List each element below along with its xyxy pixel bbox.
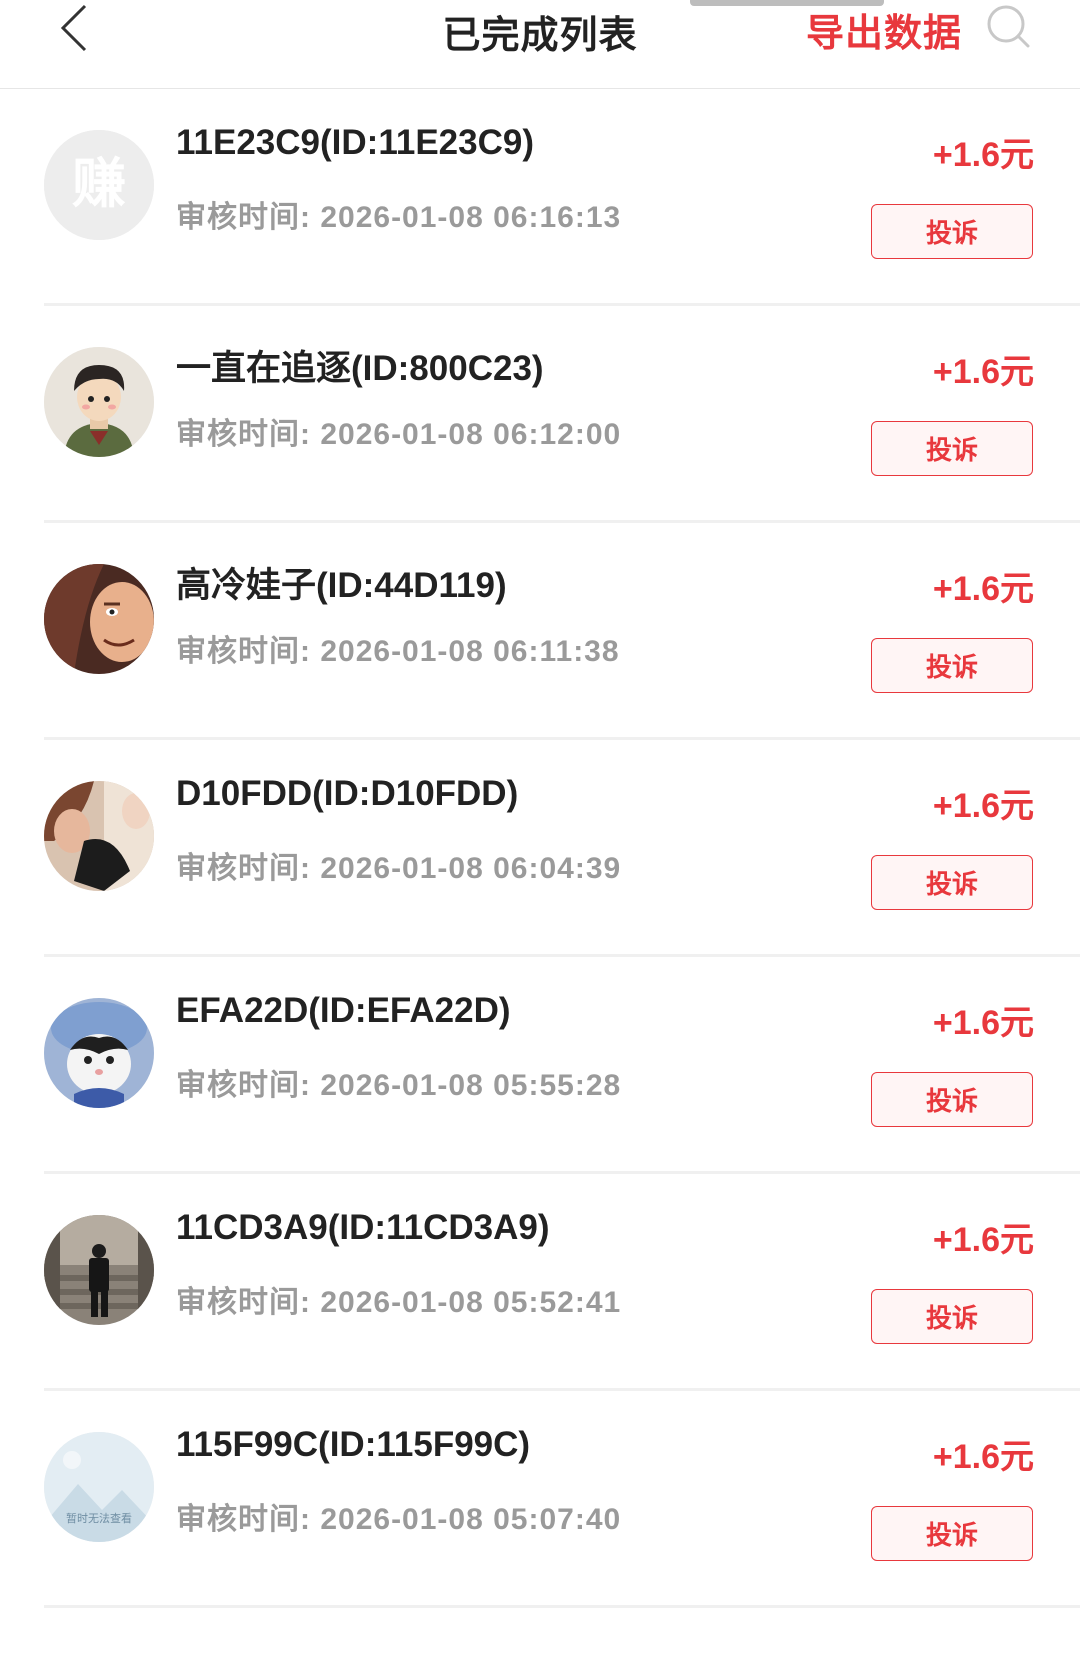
complain-button[interactable]: 投诉 xyxy=(871,638,1033,693)
portrait-photo-avatar xyxy=(44,781,154,891)
image-unavailable-text: 暂时无法查看 xyxy=(66,1511,132,1525)
divider xyxy=(44,1605,1080,1608)
review-time: 审核时间: 2026-01-08 06:11:38 xyxy=(176,635,620,668)
reward-amount: +1.6元 xyxy=(932,570,1034,608)
list-item[interactable]: 一直在追逐(ID:800C23) 审核时间: 2026-01-08 06:12:… xyxy=(0,306,1080,523)
list-item[interactable]: 11CD3A9(ID:11CD3A9) 审核时间: 2026-01-08 05:… xyxy=(0,1174,1080,1391)
user-name: 115F99C(ID:115F99C) xyxy=(176,1425,531,1464)
avatar-placeholder-text: 赚 xyxy=(72,152,126,215)
list-item[interactable]: D10FDD(ID:D10FDD) 审核时间: 2026-01-08 06:04… xyxy=(0,740,1080,957)
user-name: 一直在追逐(ID:800C23) xyxy=(176,349,544,388)
avatar: 赚 xyxy=(44,130,154,240)
review-time: 审核时间: 2026-01-08 05:07:40 xyxy=(176,1503,622,1536)
list-item[interactable]: 暂时无法查看 115F99C(ID:115F99C) 审核时间: 2026-01… xyxy=(0,1391,1080,1608)
review-time: 审核时间: 2026-01-08 05:55:28 xyxy=(176,1069,622,1102)
top-navigation-bar: 已完成列表 导出数据 xyxy=(0,0,1080,89)
user-name: D10FDD(ID:D10FDD) xyxy=(176,774,519,813)
list-item[interactable]: 高冷娃子(ID:44D119) 审核时间: 2026-01-08 06:11:3… xyxy=(0,523,1080,740)
image-unavailable-avatar: 暂时无法查看 xyxy=(44,1432,154,1542)
avatar xyxy=(44,564,154,674)
reward-amount: +1.6元 xyxy=(932,136,1034,174)
cartoon-boy-avatar xyxy=(44,347,154,457)
review-time: 审核时间: 2026-01-08 05:52:41 xyxy=(176,1286,622,1319)
list-item[interactable]: EFA22D(ID:EFA22D) 审核时间: 2026-01-08 05:55… xyxy=(0,957,1080,1174)
user-name: 11E23C9(ID:11E23C9) xyxy=(176,123,534,162)
app-logo-avatar: 赚 xyxy=(44,130,154,240)
complain-button[interactable]: 投诉 xyxy=(871,1072,1033,1127)
list-item[interactable]: 赚 11E23C9(ID:11E23C9) 审核时间: 2026-01-08 0… xyxy=(0,89,1080,306)
completed-list: 赚 11E23C9(ID:11E23C9) 审核时间: 2026-01-08 0… xyxy=(0,89,1080,1608)
complain-button[interactable]: 投诉 xyxy=(871,421,1033,476)
user-name: 高冷娃子(ID:44D119) xyxy=(176,566,507,605)
review-time: 审核时间: 2026-01-08 06:04:39 xyxy=(176,852,622,885)
complain-button[interactable]: 投诉 xyxy=(871,1289,1033,1344)
review-time: 审核时间: 2026-01-08 06:16:13 xyxy=(176,201,622,234)
complain-button[interactable]: 投诉 xyxy=(871,1506,1033,1561)
cat-photo-avatar xyxy=(44,998,154,1108)
reward-amount: +1.6元 xyxy=(932,787,1034,825)
search-button[interactable] xyxy=(984,2,1036,54)
user-name: EFA22D(ID:EFA22D) xyxy=(176,991,511,1030)
complain-button[interactable]: 投诉 xyxy=(871,855,1033,910)
export-data-button[interactable]: 导出数据 xyxy=(806,2,962,57)
avatar xyxy=(44,781,154,891)
avatar xyxy=(44,1215,154,1325)
avatar xyxy=(44,998,154,1108)
review-time: 审核时间: 2026-01-08 06:12:00 xyxy=(176,418,622,451)
cartoon-face-avatar xyxy=(44,564,154,674)
reward-amount: +1.6元 xyxy=(932,1438,1034,1476)
user-name: 11CD3A9(ID:11CD3A9) xyxy=(176,1208,550,1247)
search-icon xyxy=(987,5,1030,48)
reward-amount: +1.6元 xyxy=(932,1004,1034,1042)
reward-amount: +1.6元 xyxy=(932,353,1034,391)
reward-amount: +1.6元 xyxy=(932,1221,1034,1259)
avatar xyxy=(44,347,154,457)
complain-button[interactable]: 投诉 xyxy=(871,204,1033,259)
avatar: 暂时无法查看 xyxy=(44,1432,154,1542)
stairs-photo-avatar xyxy=(44,1215,154,1325)
